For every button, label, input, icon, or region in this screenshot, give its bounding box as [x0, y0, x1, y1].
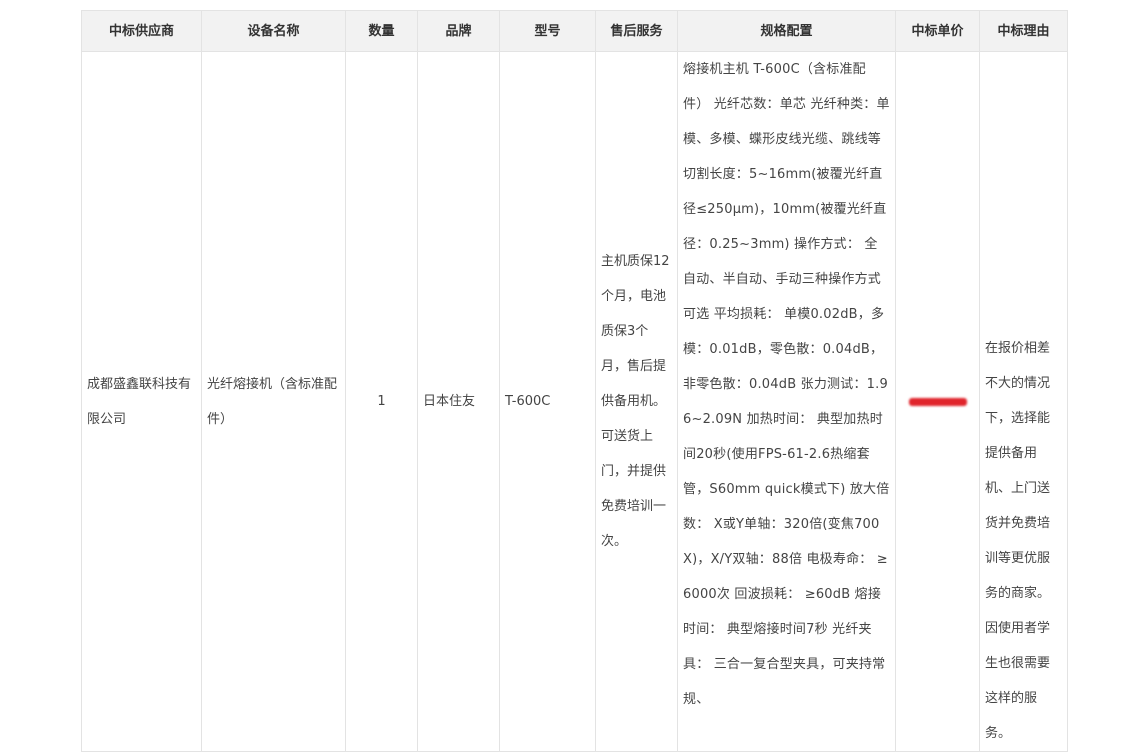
bid-table-container: 中标供应商 设备名称 数量 品牌 型号 售后服务 规格配置 中标单价 中标理由 …	[81, 10, 1068, 752]
cell-reason: 在报价相差不大的情况下，选择能提供备用机、上门送货并免费培训等更优服务的商家。因…	[979, 51, 1068, 752]
header-after-sales: 售后服务	[595, 10, 678, 52]
header-spec: 规格配置	[677, 10, 896, 52]
cell-device-name: 光纤熔接机（含标准配件）	[201, 51, 346, 752]
header-reason: 中标理由	[979, 10, 1068, 52]
cell-unit-price	[895, 51, 980, 752]
header-quantity: 数量	[345, 10, 418, 52]
bid-result-table: 中标供应商 设备名称 数量 品牌 型号 售后服务 规格配置 中标单价 中标理由 …	[81, 10, 1068, 752]
cell-model: T-600C	[499, 51, 596, 752]
cell-quantity: 1	[345, 51, 418, 752]
header-model: 型号	[499, 10, 596, 52]
header-supplier: 中标供应商	[81, 10, 202, 52]
cell-supplier: 成都盛鑫联科技有限公司	[81, 51, 202, 752]
header-device-name: 设备名称	[201, 10, 346, 52]
header-unit-price: 中标单价	[895, 10, 980, 52]
cell-spec: 熔接机主机 T-600C（含标准配件） 光纤芯数：单芯 光纤种类：单模、多模、蝶…	[677, 51, 896, 752]
table-row: 成都盛鑫联科技有限公司 光纤熔接机（含标准配件） 1 日本住友 T-600C 主…	[81, 51, 1068, 752]
cell-brand: 日本住友	[417, 51, 500, 752]
header-brand: 品牌	[417, 10, 500, 52]
cell-after-sales: 主机质保12个月，电池质保3个月，售后提供备用机。可送货上门，并提供免费培训一次…	[595, 51, 678, 752]
redacted-price-mark	[908, 397, 967, 406]
table-header-row: 中标供应商 设备名称 数量 品牌 型号 售后服务 规格配置 中标单价 中标理由	[81, 10, 1068, 52]
